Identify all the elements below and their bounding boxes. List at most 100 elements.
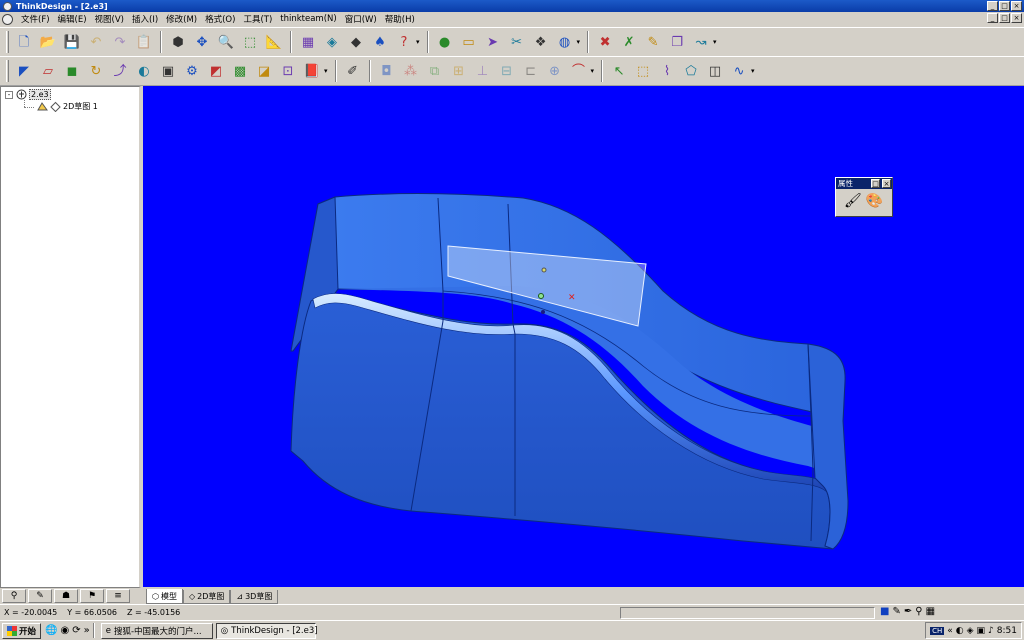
maximize-button[interactable]: □ xyxy=(999,1,1010,11)
menu-tools[interactable]: 工具(T) xyxy=(239,13,276,25)
curve-icon[interactable]: ∿ xyxy=(728,60,750,82)
dropdown-arrow-icon[interactable]: ▾ xyxy=(324,67,328,75)
tab-3d-sketch[interactable]: ⊿ 3D草图 xyxy=(230,590,279,604)
undo-icon[interactable]: ↶ xyxy=(85,31,107,53)
cut-surface-icon[interactable]: ◪ xyxy=(253,60,275,82)
tray-chevron-icon[interactable]: « xyxy=(947,626,953,636)
delete-icon[interactable]: ✖ xyxy=(594,31,616,53)
plane-icon[interactable]: ▱ xyxy=(37,60,59,82)
delete-all-icon[interactable]: ✗ xyxy=(618,31,640,53)
surface-icon[interactable]: ◤ xyxy=(13,60,35,82)
ime-indicator[interactable]: CH xyxy=(930,626,945,635)
taskbar-item-browser[interactable]: e 搜狐-中国最大的门户... xyxy=(100,622,213,639)
measure-icon[interactable]: 📐 xyxy=(263,31,285,53)
gear-icon[interactable]: ⚙ xyxy=(181,60,203,82)
frame-icon[interactable]: ⊏ xyxy=(520,60,542,82)
tab-2d-sketch[interactable]: ◇ 2D草图 xyxy=(182,590,231,604)
hole-icon[interactable]: ◘ xyxy=(376,60,398,82)
pattern-icon[interactable]: ⁂ xyxy=(400,60,422,82)
cut-icon[interactable]: ✂ xyxy=(506,31,528,53)
start-button[interactable]: 开始 xyxy=(2,622,42,639)
boolean-icon[interactable]: ⊕ xyxy=(544,60,566,82)
pen-icon[interactable]: ✒ xyxy=(904,606,912,617)
dropdown-arrow-icon[interactable]: ▾ xyxy=(713,38,717,46)
help-icon[interactable]: ? xyxy=(393,31,415,53)
brush-icon[interactable]: 🖌 xyxy=(844,193,862,209)
doc-restore-button[interactable]: □ xyxy=(999,13,1010,23)
magnifier-icon[interactable]: ⚲ xyxy=(915,606,922,617)
menu-window[interactable]: 窗口(W) xyxy=(341,13,381,25)
tray-app-icon[interactable]: ◐ xyxy=(956,626,964,636)
pencil-erase-icon[interactable]: ✎ xyxy=(642,31,664,53)
toolbar-grip[interactable] xyxy=(6,60,9,82)
curve-tool-icon[interactable]: ↝ xyxy=(690,31,712,53)
sweep-icon[interactable]: ↻ xyxy=(85,60,107,82)
document-icon[interactable] xyxy=(2,13,13,25)
doc-close-button[interactable]: × xyxy=(1011,13,1022,23)
table-icon[interactable]: ▦ xyxy=(297,31,319,53)
menu-view[interactable]: 视图(V) xyxy=(91,13,128,25)
tray-volume-icon[interactable]: ♪ xyxy=(988,626,994,636)
box-icon[interactable]: ⬢ xyxy=(167,31,189,53)
menu-format[interactable]: 格式(O) xyxy=(201,13,239,25)
sketch-icon[interactable]: ✐ xyxy=(342,60,364,82)
dropdown-arrow-icon[interactable]: ▾ xyxy=(591,67,595,75)
open-folder-icon[interactable]: 📂 xyxy=(37,31,59,53)
quick-launch-chevron-icon[interactable]: » xyxy=(84,625,90,636)
tree-tab-layers-icon[interactable]: ≡ xyxy=(106,588,130,603)
menu-thinkteam[interactable]: thinkteam(N) xyxy=(276,14,340,24)
minimize-button[interactable]: _ xyxy=(987,1,998,11)
dimension-icon[interactable]: ⊞ xyxy=(448,60,470,82)
paint-bucket-icon[interactable]: 🎨 xyxy=(866,193,883,209)
tree-root[interactable]: - 2.e3 xyxy=(5,89,51,100)
tree-tab-light-icon[interactable]: ⚲ xyxy=(2,588,26,603)
offset-icon[interactable]: ⊡ xyxy=(277,60,299,82)
select-box-icon[interactable]: ⬚ xyxy=(632,60,654,82)
menu-help[interactable]: 帮助(H) xyxy=(381,13,419,25)
shaded-icon[interactable]: ◩ xyxy=(205,60,227,82)
tray-shield-icon[interactable]: ◈ xyxy=(967,626,974,636)
dropdown-arrow-icon[interactable]: ▾ xyxy=(751,67,755,75)
render-icon[interactable]: ♠ xyxy=(369,31,391,53)
select-lasso-icon[interactable]: ⌇ xyxy=(656,60,678,82)
layer-icon[interactable]: ◈ xyxy=(321,31,343,53)
globe-icon[interactable]: ◍ xyxy=(554,31,576,53)
tab-model[interactable]: ⬡ 模型 xyxy=(146,589,183,604)
pencil-icon[interactable]: ✎ xyxy=(892,606,900,617)
move-icon[interactable]: ✥ xyxy=(191,31,213,53)
blend-icon[interactable]: ◐ xyxy=(133,60,155,82)
fill-icon[interactable]: ◼ xyxy=(61,60,83,82)
mirror-icon[interactable]: ⧉ xyxy=(424,60,446,82)
properties-pin-button[interactable]: □ xyxy=(871,179,880,188)
select-shape-icon[interactable]: ⬠ xyxy=(680,60,702,82)
view-cube-icon[interactable]: ⬚ xyxy=(239,31,261,53)
arrow-icon[interactable]: ➤ xyxy=(482,31,504,53)
shape-icon[interactable]: ◆ xyxy=(345,31,367,53)
media-icon[interactable]: ◉ xyxy=(60,625,69,636)
tree-expander[interactable]: - xyxy=(5,90,13,99)
select-arrow-icon[interactable]: ↖ xyxy=(608,60,630,82)
menu-file[interactable]: 文件(F) xyxy=(17,13,54,25)
menu-modify[interactable]: 修改(M) xyxy=(162,13,201,25)
new-file-icon[interactable]: 🗋 xyxy=(13,31,35,53)
redo-icon[interactable]: ↷ xyxy=(109,31,131,53)
book-icon[interactable]: 📕 xyxy=(301,60,323,82)
loft-icon[interactable]: ⤴ xyxy=(109,60,131,82)
zoom-icon[interactable]: 🔍 xyxy=(215,31,237,53)
tray-network-icon[interactable]: ▣ xyxy=(977,626,986,636)
fillet-icon[interactable]: ⌒ xyxy=(568,60,590,82)
select-face-icon[interactable]: ◫ xyxy=(704,60,726,82)
dropdown-arrow-icon[interactable]: ▾ xyxy=(577,38,581,46)
constraint-icon[interactable]: ⊥ xyxy=(472,60,494,82)
sphere-icon[interactable]: ● xyxy=(434,31,456,53)
menu-edit[interactable]: 编辑(E) xyxy=(54,13,91,25)
eraser-icon[interactable]: ▭ xyxy=(458,31,480,53)
toolbar-grip[interactable] xyxy=(6,31,9,53)
save-icon[interactable]: 💾 xyxy=(61,31,83,53)
tree-tab-flag-icon[interactable]: ⚑ xyxy=(80,588,104,603)
taskbar-item-thinkdesign[interactable]: ◎ ThinkDesign - [2.e3] xyxy=(215,622,318,639)
tree-item-sketch[interactable]: 2D草图 1 xyxy=(37,101,98,113)
close-button[interactable]: × xyxy=(1011,1,1022,11)
properties-palette[interactable]: 属性 □ × 🖌 🎨 xyxy=(835,177,893,217)
tree-tab-edit-icon[interactable]: ✎ xyxy=(28,588,52,603)
